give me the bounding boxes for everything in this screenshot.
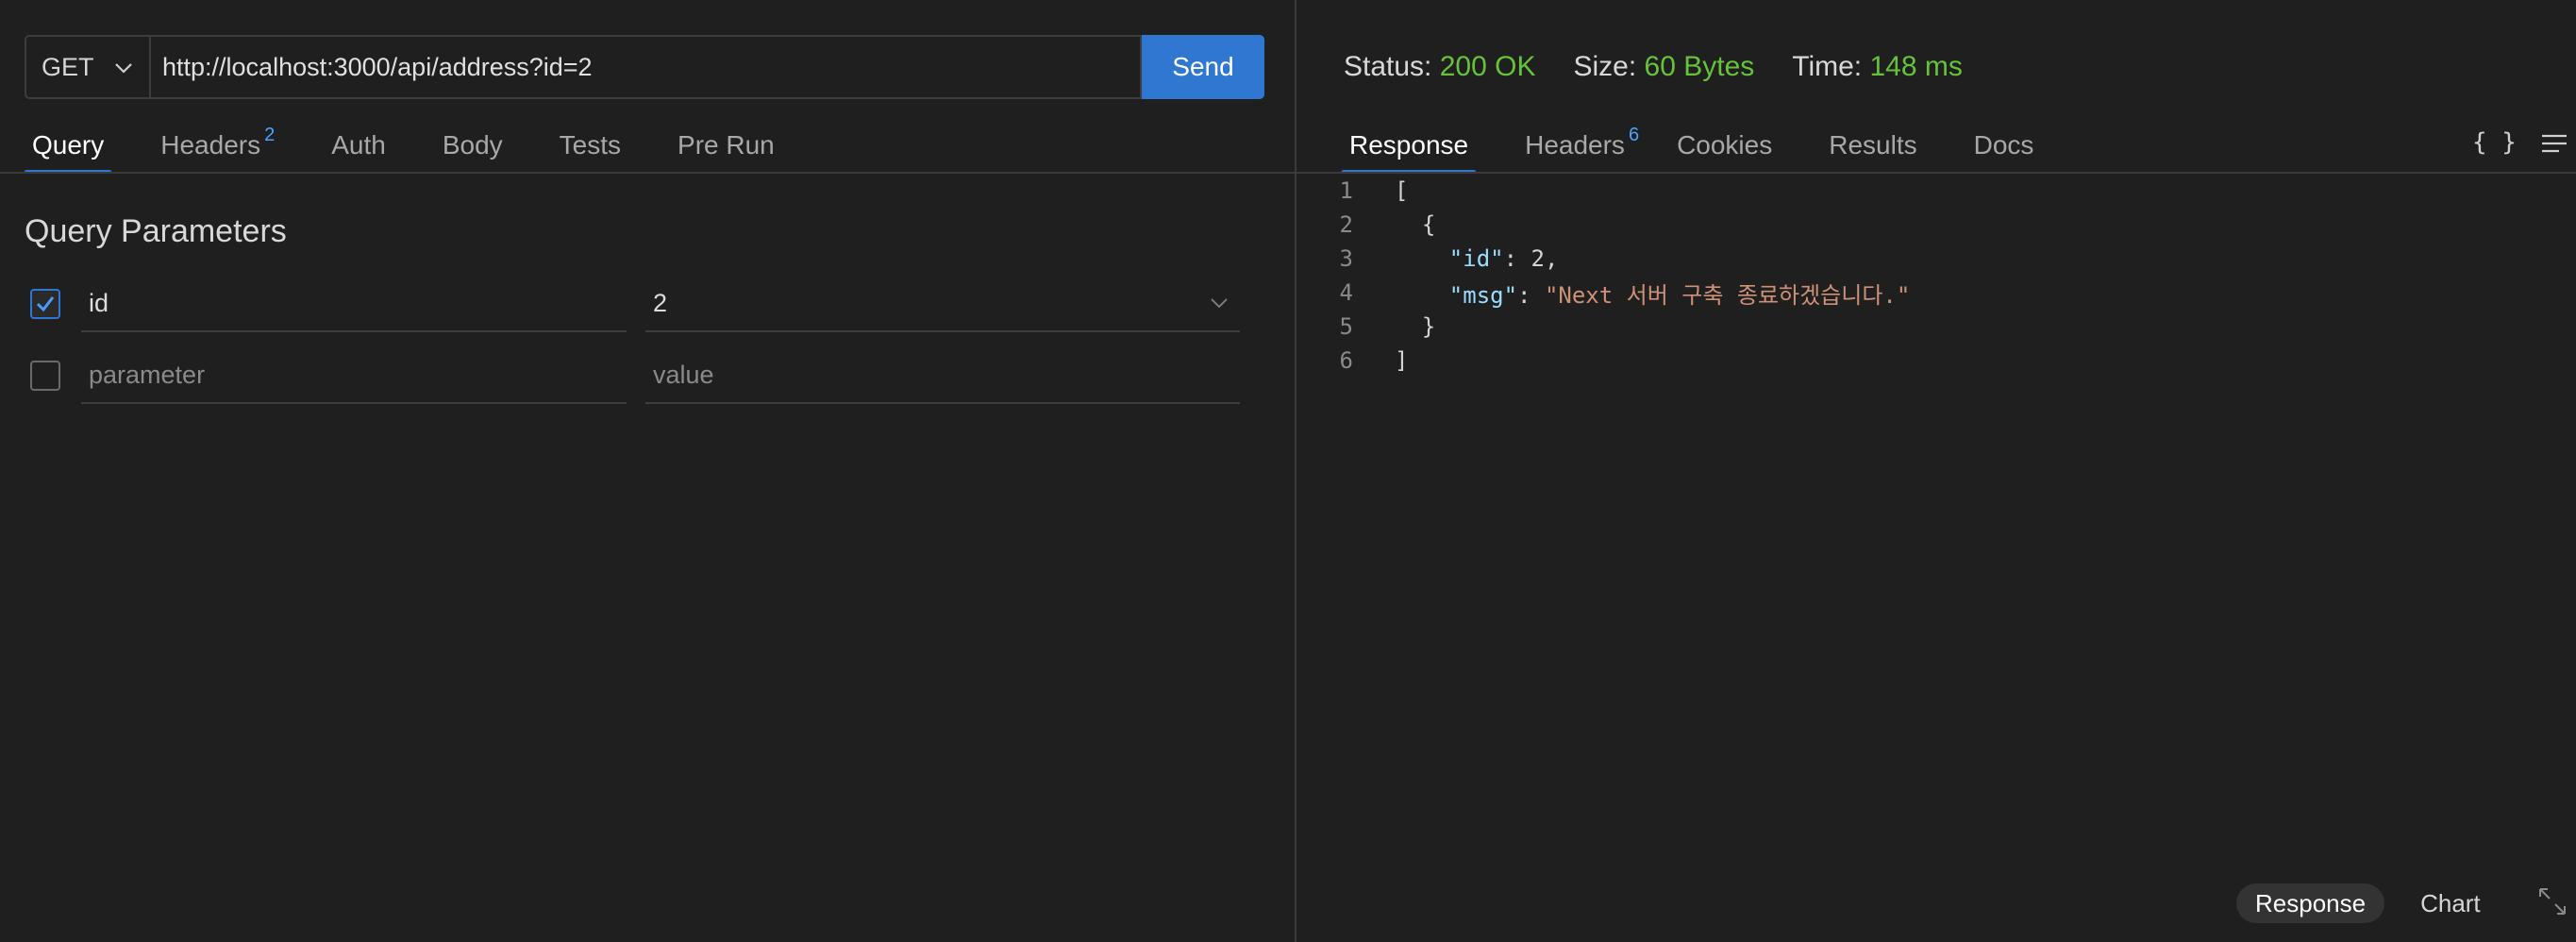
tab-auth[interactable]: Auth xyxy=(324,126,393,174)
time-value: 148 ms xyxy=(1869,51,1963,82)
tab-results[interactable]: Results xyxy=(1821,126,1924,174)
chevron-down-icon[interactable] xyxy=(1210,296,1229,310)
tab-query[interactable]: Query xyxy=(25,126,112,174)
response-headers-count-badge: 6 xyxy=(1628,125,1640,145)
chart-view-button[interactable]: Chart xyxy=(2401,883,2500,923)
new-param-row: parameter value xyxy=(25,347,1261,404)
tab-response-headers[interactable]: Headers 6 xyxy=(1517,125,1647,174)
code-line: 2 { xyxy=(1339,211,1436,238)
method-label: GET xyxy=(42,52,94,81)
size-value: 60 Bytes xyxy=(1644,51,1755,82)
new-param-checkbox[interactable] xyxy=(30,361,60,391)
param-value-field[interactable]: 2 xyxy=(645,276,1240,332)
code-line: 1[ xyxy=(1339,177,1409,204)
expand-icon[interactable] xyxy=(2536,885,2568,917)
request-pane: GET http://localhost:3000/api/address?id… xyxy=(0,0,1295,942)
code-line: 4 "msg": "Next 서버 구축 종료하겠습니다." xyxy=(1339,279,1911,309)
headers-count-badge: 2 xyxy=(264,125,276,145)
code-line: 3 "id": 2, xyxy=(1339,245,1559,272)
tab-body[interactable]: Body xyxy=(435,126,510,174)
param-name-field[interactable]: id xyxy=(81,276,627,332)
response-pane: Status: 200 OK Size: 60 Bytes Time: 148 … xyxy=(1296,0,2576,942)
new-param-name-input[interactable]: parameter xyxy=(81,347,627,404)
response-view-button[interactable]: Response xyxy=(2236,883,2385,923)
status-info: Status: 200 OK xyxy=(1344,51,1536,82)
chevron-down-icon xyxy=(115,63,132,74)
url-bar: GET http://localhost:3000/api/address?id… xyxy=(25,35,1264,99)
response-tabs: Response Headers 6 Cookies Results Docs xyxy=(1342,125,2042,174)
checkmark-icon xyxy=(36,296,55,312)
method-select[interactable]: GET xyxy=(25,35,149,99)
tab-divider xyxy=(0,172,1295,174)
new-param-value-input[interactable]: value xyxy=(645,347,1240,404)
tab-docs[interactable]: Docs xyxy=(1966,126,2042,174)
wrap-lines-icon[interactable] xyxy=(2540,132,2568,155)
view-toggle: Response Chart xyxy=(2236,883,2500,923)
code-line: 5 } xyxy=(1339,313,1436,340)
query-parameters-title: Query Parameters xyxy=(25,213,287,249)
url-input[interactable]: http://localhost:3000/api/address?id=2 xyxy=(149,35,1142,99)
request-tabs: Query Headers 2 Auth Body Tests Pre Run xyxy=(25,125,782,174)
send-button[interactable]: Send xyxy=(1142,35,1264,99)
code-line: 6] xyxy=(1339,347,1409,374)
size-info: Size: 60 Bytes xyxy=(1573,51,1755,82)
param-enabled-checkbox[interactable] xyxy=(30,289,60,319)
response-body-editor[interactable]: 1[ 2 { 3 "id": 2, 4 "msg": "Next 서버 구축 종… xyxy=(1296,174,1911,378)
format-json-icon[interactable]: { } xyxy=(2472,128,2517,157)
tab-tests[interactable]: Tests xyxy=(552,126,628,174)
time-info: Time: 148 ms xyxy=(1792,51,1963,82)
response-status-line: Status: 200 OK Size: 60 Bytes Time: 148 … xyxy=(1344,51,1963,83)
tab-response[interactable]: Response xyxy=(1342,126,1477,174)
param-value-text: 2 xyxy=(653,288,668,317)
status-value: 200 OK xyxy=(1439,51,1536,82)
tab-pre-run[interactable]: Pre Run xyxy=(670,126,782,174)
tab-headers[interactable]: Headers 2 xyxy=(153,125,282,174)
tab-cookies[interactable]: Cookies xyxy=(1669,126,1780,174)
query-param-row: id 2 xyxy=(25,276,1261,332)
